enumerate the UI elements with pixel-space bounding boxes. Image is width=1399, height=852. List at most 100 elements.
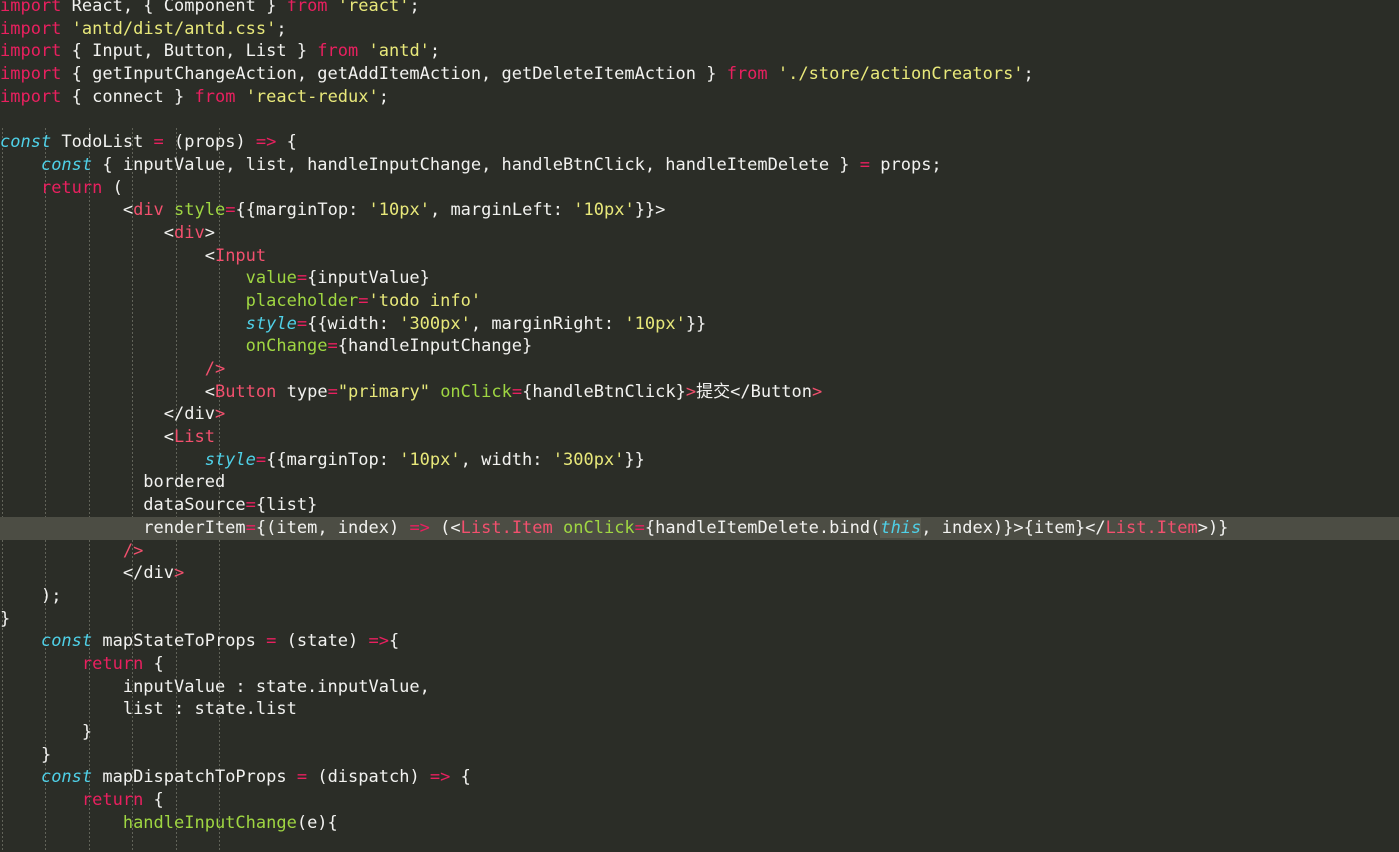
code-token: = <box>153 132 164 153</box>
code-token: (props) <box>163 132 256 153</box>
code-editor[interactable]: import React, { Component } from 'react'… <box>0 0 1399 852</box>
code-token: List <box>174 427 215 448</box>
code-line[interactable]: return { <box>0 789 1399 812</box>
code-token: div <box>133 200 164 221</box>
code-line[interactable]: <div style={{marginTop: '10px', marginLe… <box>0 199 1399 222</box>
code-line[interactable]: } <box>0 721 1399 744</box>
code-token: React, { Component } <box>61 0 287 16</box>
code-token: , index)} <box>921 517 1014 538</box>
code-token: dataSource <box>143 495 246 516</box>
code-token: {{marginTop: <box>235 200 369 221</box>
code-token: < <box>163 222 175 243</box>
code-line[interactable]: /> <box>0 540 1399 563</box>
code-token: import <box>0 64 62 85</box>
code-token: div <box>174 222 205 243</box>
code-line[interactable]: style={{marginTop: '10px', width: '300px… <box>0 449 1399 472</box>
code-token: > <box>214 404 226 425</box>
code-line[interactable]: import { connect } from 'react-redux'; <box>0 86 1399 109</box>
code-token: < <box>163 427 175 448</box>
code-line[interactable]: <List <box>0 426 1399 449</box>
code-token: {{marginTop: <box>266 449 400 470</box>
code-token: > <box>174 563 185 584</box>
code-line[interactable]: inputValue : state.inputValue, <box>0 676 1399 699</box>
code-token: } <box>0 608 11 629</box>
code-token: const <box>40 154 93 175</box>
code-token: ; <box>409 0 420 16</box>
code-token: , width: <box>460 449 553 470</box>
code-line[interactable]: onChange={handleInputChange} <box>0 335 1399 358</box>
code-line[interactable]: <Button type="primary" onClick={handleBt… <box>0 381 1399 404</box>
code-content[interactable]: import React, { Component } from 'react'… <box>0 0 1399 834</box>
code-token: = <box>296 313 308 334</box>
code-line[interactable]: handleInputChange(e){ <box>0 812 1399 835</box>
code-token: {{width: <box>307 313 400 334</box>
code-line[interactable]: <Input <box>0 245 1399 268</box>
code-line-current[interactable]: renderItem={(item, index) => (<List.Item… <box>0 516 1399 540</box>
code-line[interactable]: return ( <box>0 177 1399 200</box>
code-token: return <box>81 653 144 674</box>
code-line[interactable] <box>0 108 1399 131</box>
code-line[interactable]: return { <box>0 653 1399 676</box>
code-token: onClick <box>563 517 635 538</box>
code-line[interactable]: </div> <box>0 562 1399 585</box>
code-token: > <box>204 222 215 243</box>
code-line[interactable]: const { inputValue, list, handleInputCha… <box>0 154 1399 177</box>
code-line[interactable]: const TodoList = (props) => { <box>0 131 1399 154</box>
code-line[interactable]: placeholder='todo info' <box>0 290 1399 313</box>
code-token: }} <box>624 449 645 470</box>
code-line[interactable]: value={inputValue} <box>0 267 1399 290</box>
code-token: }} <box>685 313 707 334</box>
code-line[interactable]: import 'antd/dist/antd.css'; <box>0 18 1399 41</box>
code-line[interactable]: dataSource={list} <box>0 494 1399 517</box>
code-line[interactable]: import React, { Component } from 'react'… <box>0 0 1399 18</box>
code-token: list : state.list <box>122 699 297 720</box>
code-line[interactable]: const mapDispatchToProps = (dispatch) =>… <box>0 766 1399 789</box>
code-line[interactable]: style={{width: '300px', marginRight: '10… <box>0 313 1399 336</box>
code-token: = <box>327 336 338 357</box>
code-line[interactable]: /> <box>0 358 1399 381</box>
code-token: onClick <box>440 381 512 402</box>
code-line[interactable]: bordered <box>0 471 1399 494</box>
code-token: </ <box>122 563 144 584</box>
code-token: (state) <box>276 631 369 652</box>
code-token: > <box>812 381 823 402</box>
code-token: = <box>296 767 308 788</box>
code-line[interactable]: list : state.list <box>0 698 1399 721</box>
code-line[interactable]: </div> <box>0 403 1399 426</box>
code-token: from <box>286 0 328 16</box>
code-line[interactable]: } <box>0 744 1399 767</box>
code-token: = <box>327 381 338 402</box>
code-token: '10px' <box>624 313 686 334</box>
code-token: const <box>40 631 93 652</box>
code-line[interactable]: } <box>0 608 1399 631</box>
code-token: (< <box>429 517 461 538</box>
code-token: } <box>40 744 52 765</box>
code-token: { <box>276 132 297 153</box>
code-token: '10px' <box>368 200 430 221</box>
code-token: Input <box>214 245 267 266</box>
code-token: '10px' <box>573 200 635 221</box>
code-token: = <box>255 449 267 470</box>
code-token: ; <box>1023 64 1034 85</box>
code-line[interactable]: ); <box>0 585 1399 608</box>
code-token: props; <box>870 154 942 175</box>
code-line[interactable]: import { Input, Button, List } from 'ant… <box>0 40 1399 63</box>
code-token: > <box>685 381 697 402</box>
code-token: </ <box>163 404 185 425</box>
code-line[interactable]: import { getInputChangeAction, getAddIte… <box>0 63 1399 86</box>
code-line[interactable]: const mapStateToProps = (state) =>{ <box>0 630 1399 653</box>
code-token: 'antd' <box>368 41 430 62</box>
code-line[interactable]: <div> <box>0 222 1399 245</box>
